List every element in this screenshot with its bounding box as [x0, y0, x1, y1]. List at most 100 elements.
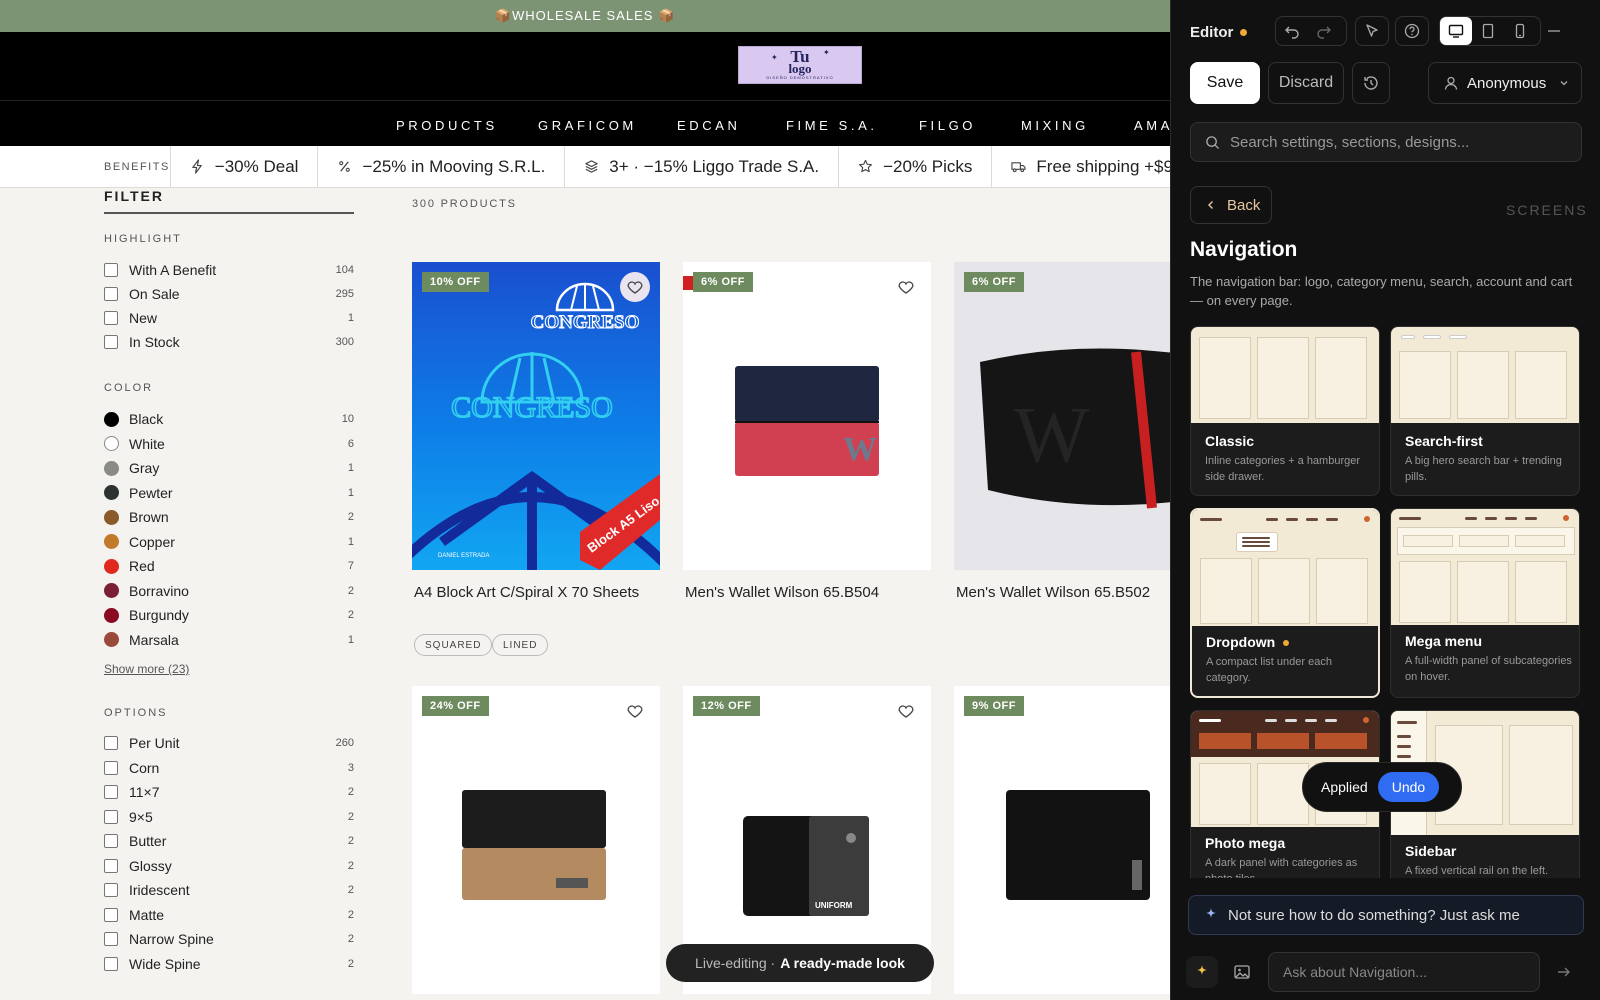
benefit-item[interactable]: −25% in Mooving S.R.L.	[318, 146, 566, 187]
product-name[interactable]: A4 Block Art C/Spiral X 70 Sheets	[414, 584, 660, 601]
back-button[interactable]: Back	[1190, 186, 1272, 224]
option-filter[interactable]: Narrow Spine 2	[104, 929, 354, 949]
nav-item-mixing[interactable]: MIXING	[1021, 118, 1089, 133]
color-filter-option[interactable]: Burgundy 2	[104, 605, 354, 625]
product-card[interactable]: W 6% OFF Men's Wallet Wilson 65.B504	[683, 262, 931, 601]
option-filter[interactable]: Iridescent 2	[104, 880, 354, 900]
color-swatch[interactable]	[104, 558, 119, 574]
design-card-search-first[interactable]: Search-first A big hero search bar + tre…	[1390, 326, 1580, 496]
product-image[interactable]: W 6% OFF	[954, 262, 1170, 570]
chat-input[interactable]	[1283, 964, 1533, 980]
product-image[interactable]: W 6% OFF	[683, 262, 931, 570]
option-filter[interactable]: Per Unit 260	[104, 733, 354, 753]
checkbox[interactable]	[104, 883, 118, 897]
checkbox[interactable]	[104, 760, 118, 775]
checkbox[interactable]	[104, 834, 118, 848]
undo-button[interactable]: Undo	[1377, 772, 1440, 802]
nav-item-filgo[interactable]: FILGO	[919, 118, 976, 133]
color-swatch[interactable]	[104, 607, 119, 623]
checkbox[interactable]	[104, 785, 118, 799]
design-card-classic[interactable]: Classic Inline categories + a hamburger …	[1190, 326, 1380, 496]
product-card[interactable]: CONGRESO CONGRESO Block A5 Liso DANIEL E…	[412, 262, 660, 601]
color-swatch[interactable]	[104, 534, 119, 549]
checkbox[interactable]	[104, 932, 118, 946]
color-swatch[interactable]	[104, 509, 119, 525]
option-filter[interactable]: 11×7 2	[104, 782, 354, 802]
color-filter-option[interactable]: Pewter 1	[104, 483, 354, 503]
product-name[interactable]: Men's Wallet Wilson 65.B502	[956, 584, 1170, 601]
product-card[interactable]: 9% OFF	[954, 686, 1170, 994]
filter-option[interactable]: With A Benefit 104	[104, 260, 354, 280]
nav-item-edcan[interactable]: EDCAN	[677, 118, 741, 133]
nav-item-products[interactable]: PRODUCTS	[396, 118, 498, 133]
product-name[interactable]: Men's Wallet Wilson 65.B504	[685, 584, 931, 601]
design-card-dropdown[interactable]: Dropdown A compact list under each categ…	[1190, 508, 1380, 698]
wishlist-heart-icon[interactable]	[891, 272, 921, 302]
image-upload-icon[interactable]	[1226, 956, 1258, 988]
color-swatch[interactable]	[104, 411, 119, 427]
undo-icon[interactable]	[1276, 17, 1308, 45]
wishlist-heart-icon[interactable]	[620, 696, 650, 726]
store-logo[interactable]: ✦ ✦ Tu logo DISEÑO DEMOSTRATIVO	[738, 46, 862, 84]
search-input[interactable]	[1230, 133, 1570, 151]
tablet-icon[interactable]	[1472, 17, 1504, 45]
checkbox[interactable]	[104, 809, 118, 824]
checkbox[interactable]	[104, 311, 118, 325]
settings-search[interactable]	[1190, 122, 1582, 162]
checkbox[interactable]	[104, 287, 118, 301]
color-filter-option[interactable]: White 6	[104, 434, 354, 454]
screens-label[interactable]: SCREENS	[1506, 202, 1588, 218]
save-button[interactable]: Save	[1190, 62, 1260, 104]
option-filter[interactable]: Butter 2	[104, 831, 354, 851]
color-filter-option[interactable]: Borravino 2	[104, 581, 354, 601]
product-card[interactable]: 24% OFF	[412, 686, 660, 994]
product-image[interactable]: 9% OFF	[954, 686, 1170, 994]
checkbox[interactable]	[104, 907, 118, 922]
color-swatch[interactable]	[104, 583, 119, 598]
option-filter[interactable]: Wide Spine 2	[104, 954, 354, 974]
product-image[interactable]: CONGRESO CONGRESO Block A5 Liso DANIEL E…	[412, 262, 660, 570]
history-icon[interactable]	[1352, 62, 1390, 104]
option-filter[interactable]: Corn 3	[104, 758, 354, 778]
help-icon[interactable]	[1396, 17, 1428, 45]
product-image[interactable]: 24% OFF	[412, 686, 660, 994]
checkbox[interactable]	[104, 858, 118, 873]
variant-tag[interactable]: LINED	[492, 634, 549, 656]
design-card-mega-menu[interactable]: Mega menu A full-width panel of subcateg…	[1390, 508, 1580, 698]
option-filter[interactable]: Matte 2	[104, 905, 354, 925]
checkbox[interactable]	[104, 736, 118, 750]
color-swatch[interactable]	[104, 485, 119, 500]
color-swatch[interactable]	[104, 632, 119, 647]
checkbox[interactable]	[104, 263, 118, 277]
color-filter-option[interactable]: Gray 1	[104, 458, 354, 478]
ai-sparkle-icon[interactable]	[1186, 956, 1218, 988]
show-more-link[interactable]: Show more (23)	[104, 662, 189, 676]
filter-option[interactable]: New 1	[104, 308, 354, 328]
checkbox[interactable]	[104, 956, 118, 971]
filter-option[interactable]: In Stock 300	[104, 332, 354, 352]
ai-help-prompt[interactable]: Not sure how to do something? Just ask m…	[1188, 895, 1584, 935]
color-filter-option[interactable]: Marsala 1	[104, 630, 354, 650]
desktop-icon[interactable]	[1440, 17, 1472, 45]
benefit-item[interactable]: −30% Deal	[171, 146, 319, 187]
mobile-icon[interactable]	[1504, 17, 1536, 45]
option-filter[interactable]: 9×5 2	[104, 807, 354, 827]
benefit-item[interactable]: 3+ · −15% Liggo Trade S.A.	[565, 146, 840, 187]
benefit-item[interactable]: −20% Picks	[839, 146, 993, 187]
checkbox[interactable]	[104, 335, 118, 349]
nav-item-ama[interactable]: AMA	[1134, 118, 1170, 133]
nav-item-fime[interactable]: FIME S.A.	[786, 118, 878, 133]
product-card[interactable]: W 6% OFF Men's Wallet Wilson 65.B502	[954, 262, 1170, 601]
wishlist-heart-icon[interactable]	[891, 696, 921, 726]
filter-option[interactable]: On Sale 295	[104, 284, 354, 304]
color-swatch[interactable]	[104, 436, 119, 451]
minimize-icon[interactable]	[1547, 24, 1577, 38]
color-filter-option[interactable]: Copper 1	[104, 532, 354, 552]
cursor-select-icon[interactable]	[1356, 17, 1388, 45]
redo-icon[interactable]	[1308, 17, 1340, 45]
color-filter-option[interactable]: Brown 2	[104, 507, 354, 527]
benefit-item[interactable]: Free shipping +$9	[992, 146, 1170, 187]
discard-button[interactable]: Discard	[1268, 62, 1344, 104]
wishlist-heart-icon[interactable]	[620, 272, 650, 302]
nav-item-graficom[interactable]: GRAFICOM	[538, 118, 637, 133]
